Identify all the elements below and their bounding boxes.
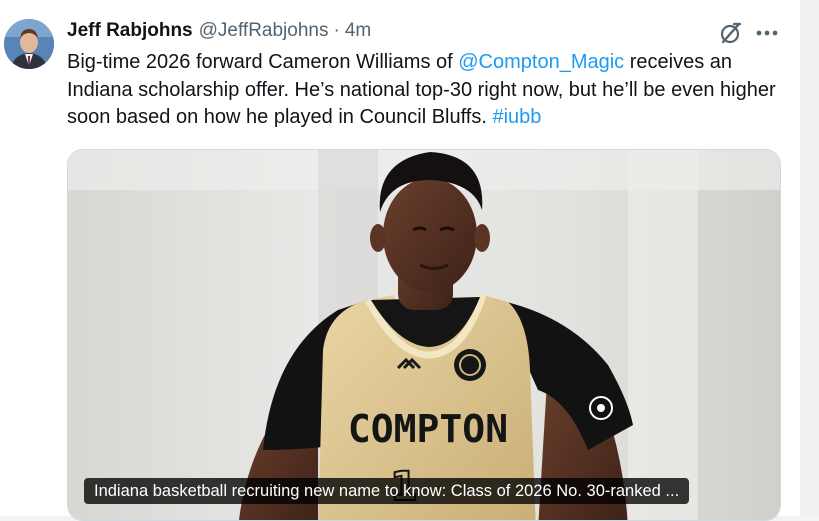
hashtag-link[interactable]: #iubb (492, 106, 541, 128)
avatar[interactable] (4, 19, 54, 69)
grok-icon[interactable] (717, 19, 745, 47)
tweet-timestamp[interactable]: 4m (345, 20, 371, 42)
header-separator: · (333, 20, 340, 41)
author-handle[interactable]: @JeffRabjohns (199, 20, 329, 42)
tweet-text-part-1: Big-time 2026 forward Cameron Williams o… (67, 51, 459, 73)
more-options-icon[interactable] (753, 19, 781, 47)
tweet-card[interactable]: Jeff Rabjohns @JeffRabjohns · 4m Big-tim… (0, 0, 800, 521)
media-image: COMPTON 1 (68, 150, 780, 520)
tweet-header: Jeff Rabjohns @JeffRabjohns · 4m (67, 16, 371, 46)
media-caption[interactable]: Indiana basketball recruiting new name t… (84, 478, 690, 504)
mention-link[interactable]: @Compton_Magic (458, 51, 624, 73)
media-card[interactable]: COMPTON 1 Indiana basketball recruiting … (67, 149, 781, 521)
jersey-text: COMPTON (348, 407, 508, 451)
page-gutter (800, 0, 819, 516)
author-name[interactable]: Jeff Rabjohns (67, 20, 193, 42)
avatar-image (4, 19, 54, 69)
tweet-text: Big-time 2026 forward Cameron Williams o… (67, 49, 787, 132)
